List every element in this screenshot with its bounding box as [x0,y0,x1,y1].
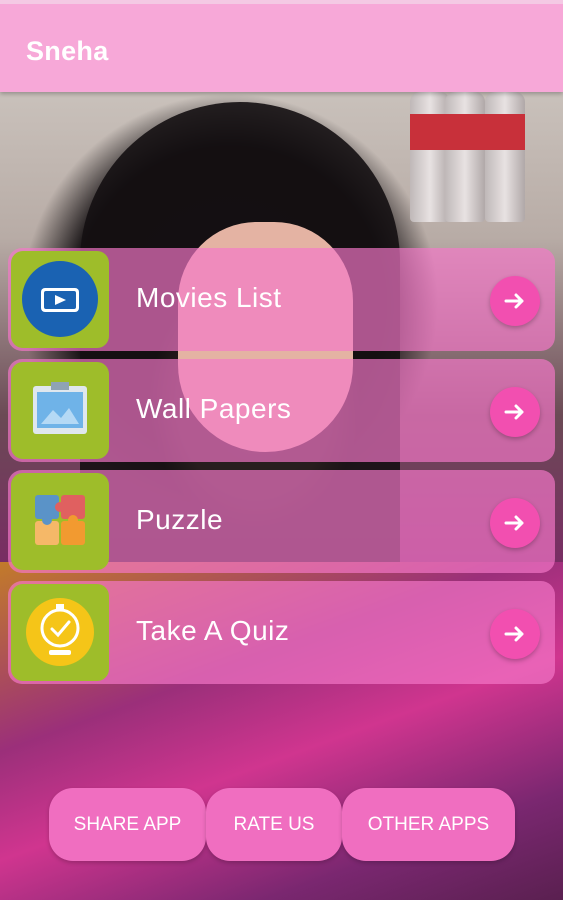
arrow-right-icon[interactable] [490,498,540,548]
arrow-right-icon[interactable] [490,609,540,659]
quiz-badge-icon [11,584,109,681]
bottle-image [485,92,525,222]
app-title: Sneha [26,36,109,66]
menu-item-label: Take A Quiz [136,615,290,646]
rate-us-button[interactable]: RATE US [206,788,342,861]
menu-item-movies-list[interactable]: Movies List [8,248,555,351]
menu-item-take-a-quiz[interactable]: Take A Quiz [8,581,555,684]
share-app-button[interactable]: SHARE APP [49,788,206,861]
wallpaper-image-icon [11,362,109,459]
video-play-icon [11,251,109,348]
arrow-right-icon[interactable] [490,276,540,326]
menu-item-wall-papers[interactable]: Wall Papers [8,359,555,462]
arrow-right-icon[interactable] [490,387,540,437]
menu-item-label: Movies List [136,282,282,313]
menu-item-label: Wall Papers [136,393,292,424]
menu-item-label: Puzzle [136,504,224,535]
menu-item-puzzle[interactable]: Puzzle [8,470,555,573]
app-bar: Sneha [0,0,563,92]
bottle-image [410,92,450,222]
puzzle-icon [11,473,109,570]
other-apps-button[interactable]: OTHER APPS [342,788,515,861]
bottle-image [445,92,485,222]
